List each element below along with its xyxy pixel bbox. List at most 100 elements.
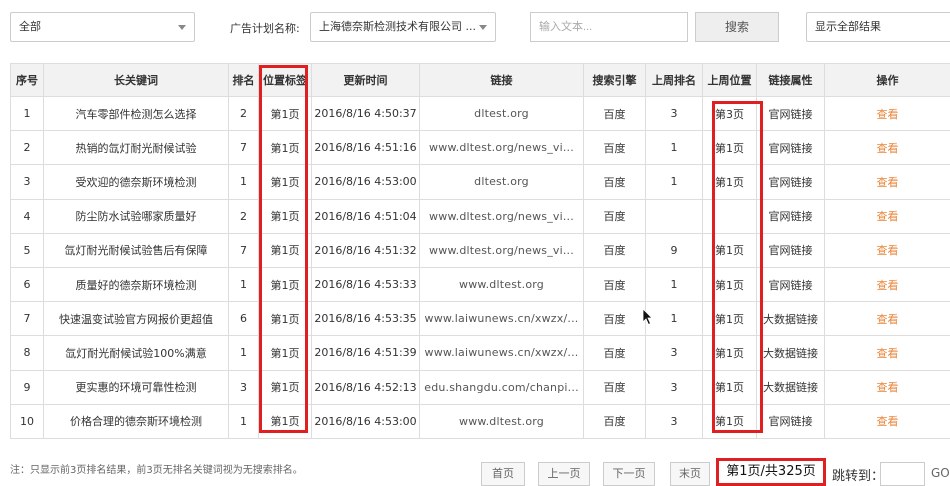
last-week-rank-cell: 3 bbox=[645, 369, 703, 405]
view-link[interactable]: 查看 bbox=[824, 369, 950, 405]
link-cell[interactable]: www.dltest.org bbox=[419, 266, 584, 303]
last-week-rank-cell: 1 bbox=[645, 266, 703, 303]
plan-select[interactable]: 上海德奈斯检测技术有限公司 ... bbox=[310, 12, 496, 42]
table-row: 7 快速温变试验官方网报价更超值 6 第1页 2016/8/16 4:53:35 www.… bbox=[10, 301, 950, 337]
last-week-position-cell: 第1页 bbox=[702, 164, 757, 200]
position-tag-cell: 第1页 bbox=[258, 164, 312, 200]
position-tag-cell: 第1页 bbox=[258, 369, 312, 405]
keyword-cell: 汽车零部件检测怎么选择 bbox=[43, 95, 229, 132]
keyword-cell: 防尘防水试验哪家质量好 bbox=[43, 198, 229, 234]
rank-cell: 1 bbox=[228, 164, 259, 200]
search-engine-cell: 百度 bbox=[583, 232, 646, 268]
view-link[interactable]: 查看 bbox=[824, 232, 950, 268]
position-tag-cell: 第1页 bbox=[258, 403, 312, 439]
keyword-cell: 价格合理的德奈斯环境检测 bbox=[43, 403, 229, 439]
go-button[interactable]: GO bbox=[931, 466, 950, 480]
link-attribute-cell: 官网链接 bbox=[756, 266, 825, 303]
view-link[interactable]: 查看 bbox=[824, 266, 950, 303]
link-cell[interactable]: www.laiwunews.cn/xwzx/... bbox=[419, 301, 584, 337]
view-link[interactable]: 查看 bbox=[824, 95, 950, 132]
last-week-rank-cell: 3 bbox=[645, 403, 703, 439]
jump-page-input[interactable] bbox=[880, 462, 925, 486]
last-week-rank-cell: 1 bbox=[645, 164, 703, 200]
position-tag-cell: 第1页 bbox=[258, 232, 312, 268]
keyword-cell: 热销的氙灯耐光耐候试验 bbox=[43, 130, 229, 166]
col-last-week-position-header: 上周位置 bbox=[702, 63, 757, 97]
table-row: 2 热销的氙灯耐光耐候试验 7 第1页 2016/8/16 4:51:16 www.dlt… bbox=[10, 130, 950, 166]
col-update-time-header: 更新时间 bbox=[311, 63, 420, 97]
rank-cell: 6 bbox=[228, 301, 259, 337]
link-cell[interactable]: www.dltest.org bbox=[419, 403, 584, 439]
col-position-tag-header: 位置标签 bbox=[258, 63, 312, 97]
view-link[interactable]: 查看 bbox=[824, 403, 950, 439]
row-index: 3 bbox=[10, 164, 44, 200]
link-attribute-cell: 官网链接 bbox=[756, 403, 825, 439]
link-cell[interactable]: www.dltest.org/news_vi... bbox=[419, 232, 584, 268]
view-link[interactable]: 查看 bbox=[824, 130, 950, 166]
position-tag-cell: 第1页 bbox=[258, 301, 312, 337]
col-action-header: 操作 bbox=[824, 63, 950, 97]
row-index: 2 bbox=[10, 130, 44, 166]
link-attribute-cell: 大数据链接 bbox=[756, 369, 825, 405]
link-cell[interactable]: www.dltest.org/news_vi... bbox=[419, 198, 584, 234]
link-attribute-cell: 官网链接 bbox=[756, 232, 825, 268]
row-index: 10 bbox=[10, 403, 44, 439]
search-button[interactable]: 搜索 bbox=[695, 12, 779, 42]
rank-cell: 2 bbox=[228, 95, 259, 132]
keyword-cell: 氙灯耐光耐候试验100%满意 bbox=[43, 335, 229, 371]
row-index: 5 bbox=[10, 232, 44, 268]
search-engine-cell: 百度 bbox=[583, 95, 646, 132]
table-row: 10 价格合理的德奈斯环境检测 1 第1页 2016/8/16 4:53:00 www.d… bbox=[10, 403, 950, 439]
view-link[interactable]: 查看 bbox=[824, 335, 950, 371]
link-cell[interactable]: dltest.org bbox=[419, 164, 584, 200]
update-time-cell: 2016/8/16 4:53:00 bbox=[311, 403, 420, 439]
table-row: 8 氙灯耐光耐候试验100%满意 1 第1页 2016/8/16 4:51:39 www.… bbox=[10, 335, 950, 371]
search-engine-cell: 百度 bbox=[583, 403, 646, 439]
view-link[interactable]: 查看 bbox=[824, 301, 950, 337]
update-time-cell: 2016/8/16 4:51:32 bbox=[311, 232, 420, 268]
last-week-position-cell: 第1页 bbox=[702, 232, 757, 268]
display-filter-select[interactable]: 显示全部结果 bbox=[806, 12, 950, 42]
next-page-button[interactable]: 下一页 bbox=[603, 462, 655, 486]
link-attribute-cell: 大数据链接 bbox=[756, 335, 825, 371]
first-page-button[interactable]: 首页 bbox=[481, 462, 525, 486]
rank-cell: 7 bbox=[228, 130, 259, 166]
link-cell[interactable]: dltest.org bbox=[419, 95, 584, 132]
plan-label: 广告计划名称: bbox=[230, 22, 300, 35]
position-tag-cell: 第1页 bbox=[258, 95, 312, 132]
prev-page-button[interactable]: 上一页 bbox=[538, 462, 590, 486]
keyword-search-input[interactable] bbox=[530, 12, 688, 42]
view-link[interactable]: 查看 bbox=[824, 198, 950, 234]
link-cell[interactable]: www.laiwunews.cn/xwzx/... bbox=[419, 335, 584, 371]
filter-bar: 全部 广告计划名称: 上海德奈斯检测技术有限公司 ... 搜索 显示全部结果 bbox=[0, 0, 950, 56]
search-engine-cell: 百度 bbox=[583, 130, 646, 166]
last-page-button[interactable]: 末页 bbox=[670, 462, 710, 486]
rank-cell: 1 bbox=[228, 266, 259, 303]
footnote: 注：只显示前3页排名结果，前3页无排名关键词视为无搜索排名。 bbox=[10, 465, 303, 476]
category-select[interactable]: 全部 bbox=[10, 12, 195, 42]
link-cell[interactable]: www.dltest.org/news_vi... bbox=[419, 130, 584, 166]
position-tag-cell: 第1页 bbox=[258, 130, 312, 166]
row-index: 1 bbox=[10, 95, 44, 132]
search-engine-cell: 百度 bbox=[583, 301, 646, 337]
link-attribute-cell: 大数据链接 bbox=[756, 301, 825, 337]
chevron-down-icon bbox=[479, 25, 487, 30]
table-body: 1 汽车零部件检测怎么选择 2 第1页 2016/8/16 4:50:37 dltest.… bbox=[10, 95, 950, 439]
row-index: 4 bbox=[10, 198, 44, 234]
last-week-position-cell: 第1页 bbox=[702, 335, 757, 371]
link-attribute-cell: 官网链接 bbox=[756, 130, 825, 166]
col-link-attribute-header: 链接属性 bbox=[756, 63, 825, 97]
search-engine-cell: 百度 bbox=[583, 198, 646, 234]
col-last-week-rank-header: 上周排名 bbox=[645, 63, 703, 97]
chevron-down-icon bbox=[178, 25, 186, 30]
table-row: 9 更实惠的环境可靠性检测 3 第1页 2016/8/16 4:52:13 edu.sha… bbox=[10, 369, 950, 405]
view-link[interactable]: 查看 bbox=[824, 164, 950, 200]
link-attribute-cell: 官网链接 bbox=[756, 95, 825, 132]
rank-cell: 3 bbox=[228, 369, 259, 405]
update-time-cell: 2016/8/16 4:53:35 bbox=[311, 301, 420, 337]
col-link-header: 链接 bbox=[419, 63, 584, 97]
last-week-position-cell: 第1页 bbox=[702, 266, 757, 303]
link-cell[interactable]: edu.shangdu.com/chanpi... bbox=[419, 369, 584, 405]
last-week-rank-cell: 9 bbox=[645, 232, 703, 268]
search-engine-cell: 百度 bbox=[583, 164, 646, 200]
